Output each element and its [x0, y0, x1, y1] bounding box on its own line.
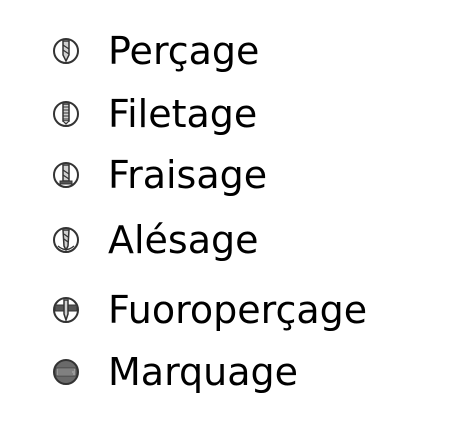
flowdrill-icon	[52, 296, 80, 324]
item-label: Filetage	[108, 92, 258, 136]
list-item-marquage: Marquage	[52, 347, 298, 397]
drill-icon	[52, 37, 80, 65]
list-item-fraisage: Fraisage	[52, 150, 267, 200]
operations-list: Perçage Filetage Fraisage Alésage Fuorop…	[0, 0, 450, 448]
reamer-icon	[52, 226, 80, 254]
list-item-alesage: Alésage	[52, 215, 259, 265]
end-mill-icon	[52, 161, 80, 189]
item-label: Perçage	[108, 29, 260, 73]
tap-thread-icon	[52, 100, 80, 128]
item-label: Fuoroperçage	[108, 288, 368, 332]
item-label: Alésage	[108, 218, 259, 262]
list-item-filetage: Filetage	[52, 89, 257, 139]
item-label: Marquage	[108, 350, 299, 394]
list-item-percage: Perçage	[52, 26, 259, 76]
list-item-fuoropercage: Fuoroperçage	[52, 285, 367, 335]
item-label: Fraisage	[108, 153, 268, 197]
marking-icon	[52, 358, 80, 386]
